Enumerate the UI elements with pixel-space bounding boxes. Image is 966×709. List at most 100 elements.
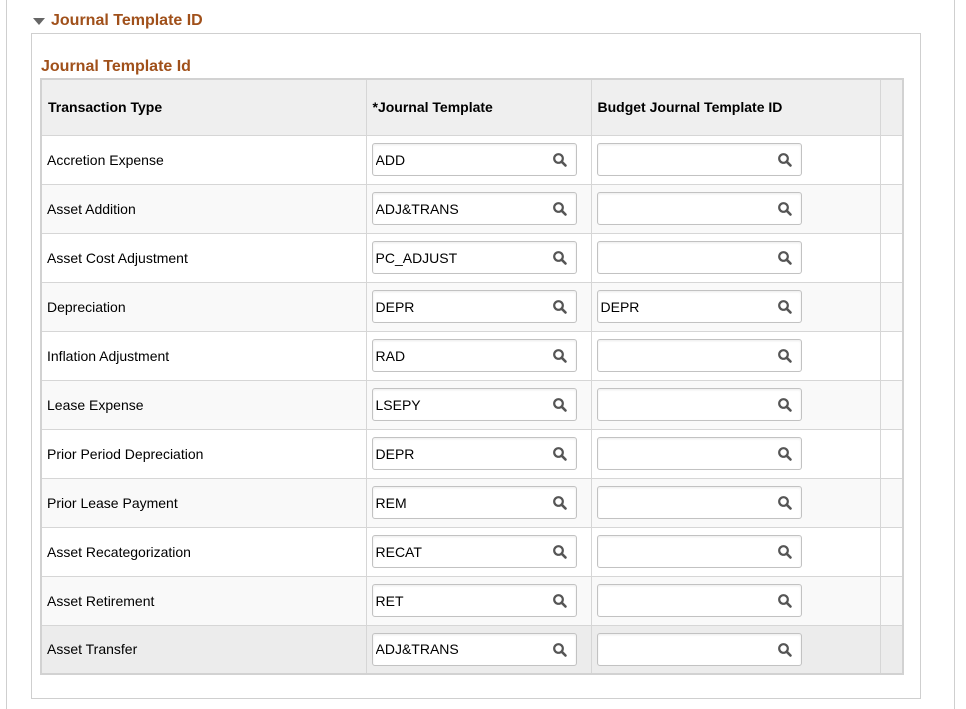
table-row: Asset Addition [41, 184, 903, 234]
journal-template-input[interactable] [372, 633, 543, 665]
search-icon[interactable] [777, 593, 793, 609]
budget-template-cell [591, 184, 881, 234]
budget-template-prompt [596, 143, 802, 176]
budget-template-cell [591, 380, 881, 430]
search-icon[interactable] [552, 152, 568, 168]
budget-template-input[interactable] [597, 144, 768, 175]
journal-template-input[interactable] [372, 438, 543, 469]
search-icon[interactable] [552, 544, 568, 560]
transaction-type: Asset Transfer [47, 641, 138, 658]
journal-template-input[interactable] [372, 585, 543, 616]
journal-template-prompt [371, 339, 577, 372]
budget-template-prompt [596, 535, 802, 568]
search-icon[interactable] [552, 250, 568, 266]
search-icon[interactable] [777, 397, 793, 413]
column-header-transaction-type: Transaction Type [41, 79, 367, 136]
search-icon[interactable] [777, 201, 793, 217]
transaction-type: Asset Retirement [47, 592, 155, 609]
budget-template-cell [591, 331, 881, 381]
transaction-type: Asset Cost Adjustment [47, 249, 188, 266]
transaction-type: Prior Period Depreciation [47, 445, 204, 462]
journal-template-cell [366, 233, 592, 283]
search-icon[interactable] [777, 152, 793, 168]
budget-template-prompt [596, 486, 802, 519]
search-icon[interactable] [777, 446, 793, 462]
budget-template-input[interactable] [597, 389, 768, 420]
row-spacer-cell [880, 331, 903, 381]
journal-template-input[interactable] [372, 340, 543, 371]
row-spacer-cell [880, 184, 903, 234]
journal-template-prompt [371, 535, 577, 568]
search-icon[interactable] [552, 593, 568, 609]
search-icon[interactable] [777, 642, 793, 658]
search-icon[interactable] [552, 348, 568, 364]
budget-template-input[interactable] [597, 633, 768, 665]
budget-template-input[interactable] [597, 340, 768, 371]
search-icon[interactable] [552, 397, 568, 413]
section-collapse-toggle[interactable]: Journal Template ID [33, 10, 203, 32]
budget-template-cell [591, 135, 881, 185]
transaction-type-cell: Inflation Adjustment [41, 331, 367, 381]
table-row: Lease Expense [41, 380, 903, 430]
row-spacer-cell [880, 576, 903, 626]
search-icon[interactable] [777, 348, 793, 364]
search-icon[interactable] [552, 299, 568, 315]
row-spacer-cell [880, 527, 903, 577]
journal-template-input[interactable] [372, 291, 543, 322]
search-icon[interactable] [552, 495, 568, 511]
table-row: Asset Transfer [41, 625, 903, 674]
transaction-type: Depreciation [47, 298, 126, 315]
search-icon[interactable] [777, 544, 793, 560]
grid-title: Journal Template Id [41, 58, 191, 75]
budget-template-input[interactable] [597, 585, 768, 616]
search-icon[interactable] [552, 642, 568, 658]
budget-template-input[interactable] [597, 438, 768, 469]
journal-template-cell [366, 331, 592, 381]
triangle-down-icon [33, 18, 45, 25]
search-icon[interactable] [552, 201, 568, 217]
journal-template-cell [366, 282, 592, 332]
journal-template-prompt [371, 192, 577, 225]
row-spacer-cell [880, 233, 903, 283]
table-row: Accretion Expense [41, 135, 903, 185]
transaction-type: Inflation Adjustment [47, 347, 170, 364]
budget-template-input[interactable] [597, 193, 768, 224]
search-icon[interactable] [777, 495, 793, 511]
search-icon[interactable] [777, 299, 793, 315]
budget-template-input[interactable] [597, 242, 768, 273]
grid-header-row: Transaction Type *Journal Template Budge… [41, 79, 903, 136]
budget-template-prompt [596, 241, 802, 274]
budget-template-prompt [596, 632, 802, 666]
journal-template-input[interactable] [372, 536, 543, 567]
search-icon[interactable] [777, 250, 793, 266]
transaction-type-cell: Prior Lease Payment [41, 478, 367, 528]
transaction-type: Asset Recategorization [47, 543, 191, 560]
search-icon[interactable] [552, 446, 568, 462]
transaction-type-cell: Depreciation [41, 282, 367, 332]
budget-template-input[interactable] [597, 291, 768, 322]
journal-template-input[interactable] [372, 389, 543, 420]
budget-template-input[interactable] [597, 487, 768, 518]
journal-template-input[interactable] [372, 242, 543, 273]
column-header-spacer [880, 79, 903, 136]
table-row: Prior Period Depreciation [41, 429, 903, 479]
journal-template-cell [366, 625, 592, 674]
journal-template-prompt [371, 290, 577, 323]
budget-template-prompt [596, 339, 802, 372]
journal-template-prompt [371, 388, 577, 421]
row-spacer-cell [880, 478, 903, 528]
journal-template-cell [366, 184, 592, 234]
journal-template-input[interactable] [372, 487, 543, 518]
budget-template-cell [591, 282, 881, 332]
journal-template-cell [366, 527, 592, 577]
journal-template-input[interactable] [372, 193, 543, 224]
budget-template-cell [591, 527, 881, 577]
transaction-type-cell: Asset Cost Adjustment [41, 233, 367, 283]
row-spacer-cell [880, 625, 903, 674]
journal-template-prompt [371, 584, 577, 617]
journal-template-prompt [371, 437, 577, 470]
journal-template-prompt [371, 632, 577, 666]
budget-template-input[interactable] [597, 536, 768, 567]
journal-template-input[interactable] [372, 144, 543, 175]
budget-template-cell [591, 233, 881, 283]
